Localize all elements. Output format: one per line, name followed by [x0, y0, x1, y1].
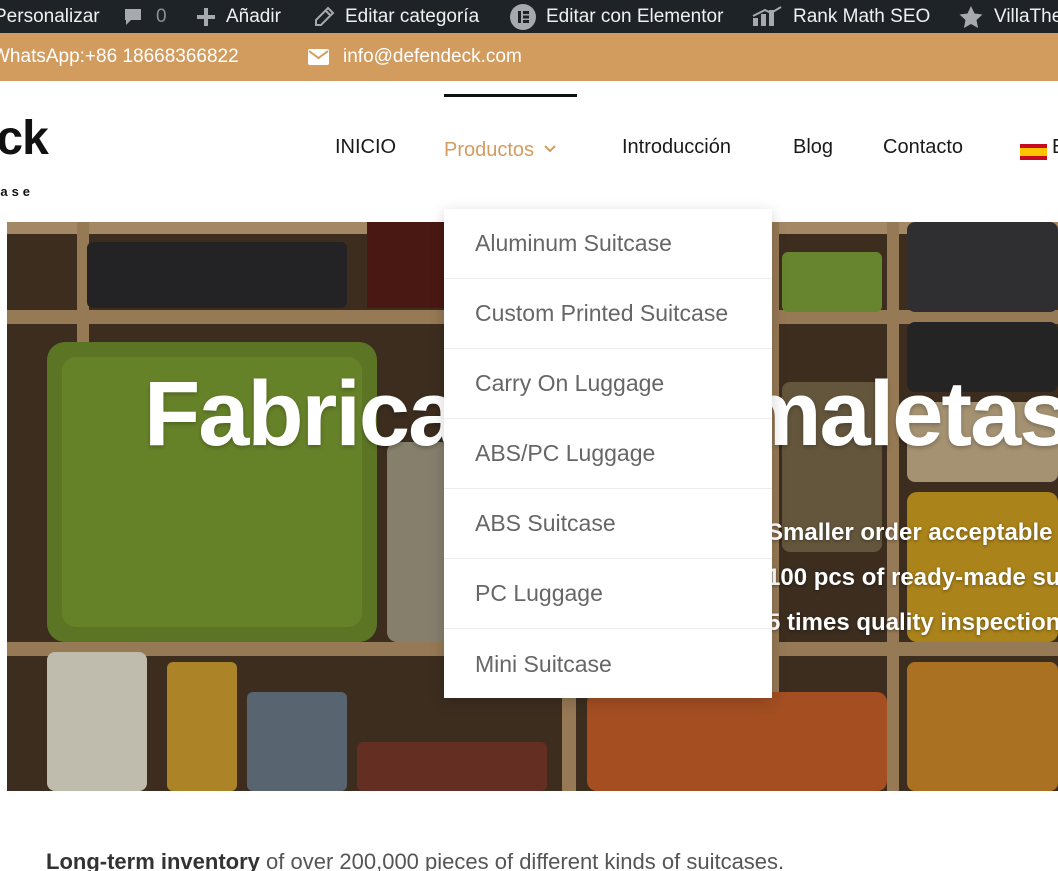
dropdown-item-abs-suitcase[interactable]: ABS Suitcase [444, 489, 772, 559]
elementor-icon [510, 3, 536, 30]
nav-item-inicio[interactable]: INICIO [335, 137, 396, 157]
rank-math-link[interactable]: Rank Math SEO [751, 0, 930, 33]
envelope-icon [308, 49, 329, 65]
hero-feature-1: Smaller order acceptable [767, 519, 1053, 546]
edit-category-link[interactable]: Editar categoría [313, 0, 479, 33]
comments-link[interactable]: 0 [122, 0, 167, 33]
chevron-down-icon [544, 137, 556, 157]
inventory-intro-rest: of over 200,000 pieces of different kind… [259, 849, 785, 871]
villathemes-link[interactable]: VillaThe [958, 0, 1058, 33]
logo-wordmark: Defendeck [0, 112, 49, 165]
rank-math-label: Rank Math SEO [793, 5, 931, 27]
dropdown-item-mini-suitcase[interactable]: Mini Suitcase [444, 629, 772, 699]
inventory-intro-text: Long-term inventory of over 200,000 piec… [46, 849, 784, 871]
edit-category-label: Editar categoría [345, 5, 480, 27]
logo-tagline: suitcase [0, 184, 35, 199]
dropdown-item-custom-printed-suitcase[interactable]: Custom Printed Suitcase [444, 279, 772, 349]
comments-count: 0 [156, 5, 167, 27]
pencil-icon [315, 6, 335, 26]
customize-link[interactable]: Personalizar [0, 0, 100, 33]
whatsapp-contact[interactable]: WhatsApp:+86 18668366822 [0, 33, 239, 81]
edit-elementor-link[interactable]: Editar con Elementor [510, 0, 723, 33]
nav-item-productos[interactable]: Productos [444, 137, 556, 160]
hero-feature-3: 5 times quality inspection [767, 609, 1058, 636]
dropdown-item-abs-pc-luggage[interactable]: ABS/PC Luggage [444, 419, 772, 489]
add-new-link[interactable]: Añadir [196, 0, 281, 33]
nav-item-productos-label: Productos [444, 139, 535, 161]
hero-feature-2: 100 pcs of ready-made suitcases [767, 564, 1058, 591]
star-icon [959, 5, 983, 28]
email-text: info@defendeck.com [343, 46, 522, 67]
nav-item-introduccion[interactable]: Introducción [622, 137, 731, 157]
productos-dropdown-menu: Aluminum Suitcase Custom Printed Suitcas… [444, 209, 772, 698]
nav-item-blog[interactable]: Blog [793, 137, 833, 157]
spain-flag-icon [1020, 144, 1047, 160]
rank-math-icon [752, 5, 782, 26]
dropdown-item-aluminum-suitcase[interactable]: Aluminum Suitcase [444, 209, 772, 279]
inventory-intro-bold: Long-term inventory [46, 849, 260, 871]
villathemes-label: VillaThe [994, 5, 1058, 27]
plus-icon [197, 7, 215, 26]
email-contact[interactable]: info@defendeck.com [308, 33, 522, 81]
whatsapp-text: WhatsApp:+86 18668366822 [0, 46, 239, 67]
wp-admin-bar: Personalizar 0 Añadir Editar categoría E… [0, 0, 1058, 33]
customize-label: Personalizar [0, 5, 100, 27]
contact-topbar: WhatsApp:+86 18668366822 info@defendeck.… [0, 33, 1058, 81]
active-menu-indicator [444, 94, 577, 97]
dropdown-item-carry-on-luggage[interactable]: Carry On Luggage [444, 349, 772, 419]
comment-icon [125, 8, 141, 25]
nav-item-contacto[interactable]: Contacto [883, 137, 963, 157]
edit-elementor-label: Editar con Elementor [546, 5, 724, 27]
dropdown-item-pc-luggage[interactable]: PC Luggage [444, 559, 772, 629]
add-new-label: Añadir [226, 5, 281, 27]
site-header: Defendeck suitcase INICIO Productos Intr… [0, 81, 1058, 222]
language-label: ES [1052, 137, 1058, 157]
